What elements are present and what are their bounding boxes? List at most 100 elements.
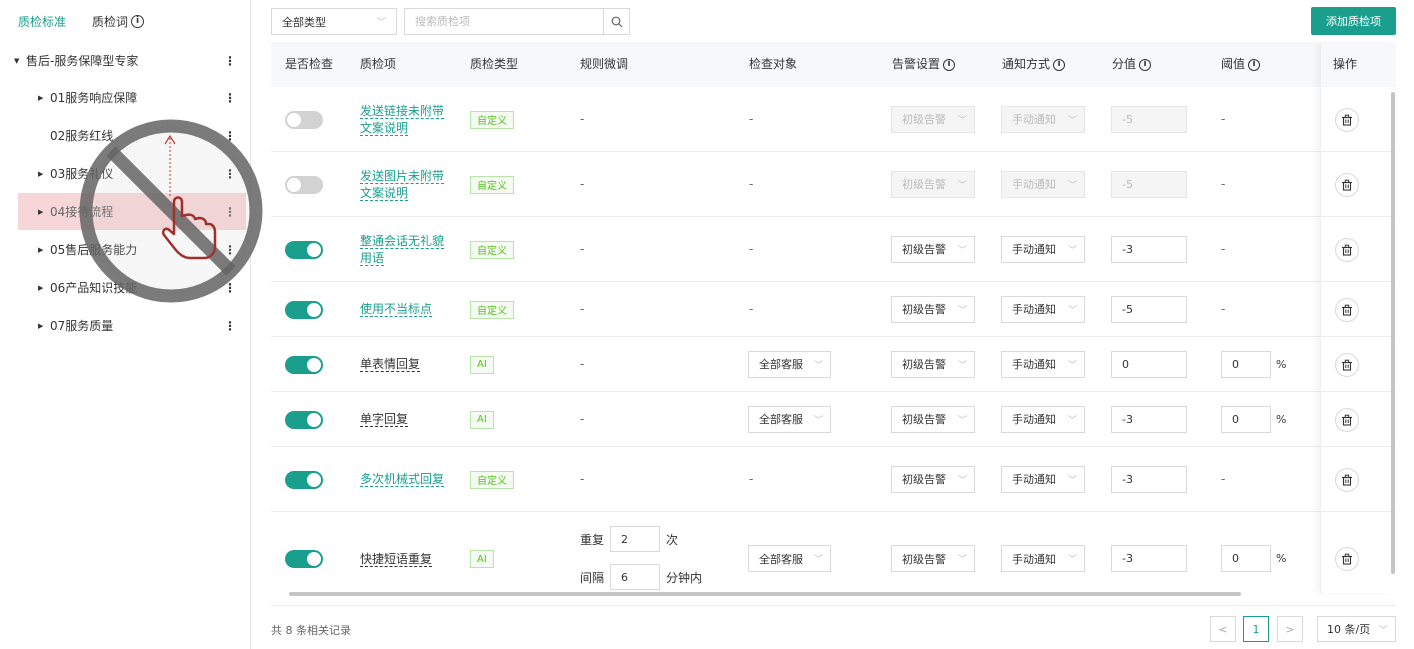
caret-right-icon[interactable]: ▶ [38, 284, 50, 292]
info-icon[interactable]: i [1248, 58, 1261, 71]
notify-select[interactable]: 手动通知 ﹀ [1001, 405, 1085, 433]
tree-item-06[interactable]: ▶ 06产品知识技能 ⋮ [18, 269, 246, 306]
item-name-link[interactable]: 单字回复 [360, 411, 450, 428]
check-toggle[interactable] [285, 240, 323, 259]
target-select[interactable]: 全部客服 ﹀ [748, 405, 831, 433]
threshold-input[interactable]: 0 [1221, 405, 1271, 433]
target-value: - [749, 241, 754, 256]
add-item-button[interactable]: 添加质检项 [1311, 7, 1396, 35]
item-name-link[interactable]: 快捷短语重复 [360, 551, 450, 568]
threshold-input[interactable]: 0 [1221, 350, 1271, 378]
more-icon[interactable]: ⋮ [224, 243, 236, 257]
item-name-link[interactable]: 整通会话无礼貌用语 [360, 233, 450, 267]
target-select[interactable]: 全部客服 ﹀ [748, 350, 831, 378]
caret-right-icon[interactable]: ▶ [38, 208, 50, 216]
more-icon[interactable]: ⋮ [224, 167, 236, 181]
chevron-down-icon: ﹀ [957, 475, 967, 486]
search-input[interactable] [405, 9, 603, 34]
info-icon[interactable]: i [943, 58, 956, 71]
repeat-unit: 次 [666, 532, 679, 547]
notify-select[interactable]: 手动通知 ﹀ [1001, 105, 1085, 133]
table-row: 单字回复 AI - 全部客服 ﹀ 初级告警 ﹀ 手动通知 ﹀ -3 0% [271, 392, 1396, 447]
search-button[interactable] [603, 9, 629, 34]
vertical-scrollbar[interactable] [1391, 92, 1395, 574]
caret-right-icon[interactable]: ▶ [38, 322, 50, 330]
interval-input[interactable]: 6 [610, 564, 661, 590]
prev-page-button[interactable]: < [1210, 616, 1236, 642]
notify-select-value: 手动通知 [1012, 413, 1056, 426]
item-name-link[interactable]: 单表情回复 [360, 356, 450, 373]
notify-select[interactable]: 手动通知 ﹀ [1001, 350, 1085, 378]
more-icon[interactable]: ⋮ [224, 281, 236, 295]
check-cell [285, 410, 323, 429]
chevron-down-icon: ﹀ [957, 415, 967, 426]
more-icon[interactable]: ⋮ [224, 319, 236, 333]
horizontal-scrollbar[interactable] [289, 592, 1241, 596]
item-name-link[interactable]: 发送链接未附带文案说明 [360, 103, 450, 137]
notify-select[interactable]: 手动通知 ﹀ [1001, 295, 1085, 323]
alarm-select[interactable]: 初级告警 ﹀ [891, 170, 975, 198]
more-icon[interactable]: ⋮ [224, 54, 236, 68]
notify-select[interactable]: 手动通知 ﹀ [1001, 465, 1085, 493]
check-toggle[interactable] [285, 410, 323, 429]
page-1-button[interactable]: 1 [1243, 616, 1269, 642]
info-icon[interactable]: i [1053, 58, 1066, 71]
caret-right-icon[interactable]: ▶ [38, 246, 50, 254]
item-name-link[interactable]: 多次机械式回复 [360, 471, 450, 488]
add-item-label: 添加质检项 [1326, 15, 1381, 28]
search-icon [611, 16, 622, 27]
tree-item-07[interactable]: ▶ 07服务质量 ⋮ [18, 307, 246, 344]
check-toggle[interactable] [285, 175, 323, 194]
check-toggle[interactable] [285, 470, 323, 489]
score-input[interactable]: -5 [1111, 295, 1187, 323]
check-toggle[interactable] [285, 300, 323, 319]
more-icon[interactable]: ⋮ [224, 129, 236, 143]
toggle-knob [307, 302, 321, 317]
notify-select[interactable]: 手动通知 ﹀ [1001, 170, 1085, 198]
tab-quality-words[interactable]: 质检词 i [92, 13, 145, 30]
notify-select[interactable]: 手动通知 ﹀ [1001, 545, 1085, 572]
check-toggle[interactable] [285, 110, 323, 129]
caret-right-icon[interactable]: ▶ [38, 170, 50, 178]
page-size-select[interactable]: 10 条/页 ﹀ [1317, 616, 1396, 642]
threshold-cell: 0% [1221, 545, 1286, 572]
alarm-select[interactable]: 初级告警 ﹀ [891, 465, 975, 493]
tree-item-04[interactable]: ▶ 04接待流程 ⋮ [18, 193, 246, 230]
tree-item-02[interactable]: 02服务红线 ⋮ [18, 117, 246, 154]
alarm-select[interactable]: 初级告警 ﹀ [891, 350, 975, 378]
target-select[interactable]: 全部客服 ﹀ [748, 545, 831, 572]
item-name-link[interactable]: 使用不当标点 [360, 301, 450, 318]
score-input[interactable]: -5 [1111, 105, 1187, 133]
tree-item-05[interactable]: ▶ 05售后服务能力 ⋮ [18, 231, 246, 268]
caret-right-icon[interactable]: ▶ [38, 94, 50, 102]
tree-root[interactable]: ▼ 售后-服务保障型专家 ⋮ [14, 42, 246, 79]
caret-down-icon[interactable]: ▼ [14, 57, 26, 65]
score-input[interactable]: -3 [1111, 545, 1187, 572]
notify-select[interactable]: 手动通知 ﹀ [1001, 235, 1085, 263]
alarm-select[interactable]: 初级告警 ﹀ [891, 405, 975, 433]
score-input[interactable]: -5 [1111, 170, 1187, 198]
check-toggle[interactable] [285, 355, 323, 374]
repeat-input[interactable]: 2 [610, 526, 661, 552]
next-page-button[interactable]: > [1277, 616, 1303, 642]
item-name-link[interactable]: 发送图片未附带文案说明 [360, 168, 450, 202]
type-select[interactable]: 全部类型 ﹀ [271, 8, 397, 35]
threshold-input[interactable]: 0 [1221, 545, 1271, 572]
alarm-select[interactable]: 初级告警 ﹀ [891, 235, 975, 263]
alarm-select[interactable]: 初级告警 ﹀ [891, 545, 975, 572]
target-select-value: 全部客服 [759, 358, 803, 371]
tree-item-01[interactable]: ▶ 01服务响应保障 ⋮ [18, 79, 246, 116]
score-input[interactable]: -3 [1111, 465, 1187, 493]
alarm-select[interactable]: 初级告警 ﹀ [891, 105, 975, 133]
notify-cell: 手动通知 ﹀ [1001, 170, 1085, 198]
tree-item-03[interactable]: ▶ 03服务礼仪 ⋮ [18, 155, 246, 192]
more-icon[interactable]: ⋮ [224, 205, 236, 219]
info-icon[interactable]: i [1139, 58, 1152, 71]
check-toggle[interactable] [285, 550, 323, 568]
score-input[interactable]: -3 [1111, 235, 1187, 263]
alarm-select[interactable]: 初级告警 ﹀ [891, 295, 975, 323]
score-input[interactable]: -3 [1111, 405, 1187, 433]
more-icon[interactable]: ⋮ [224, 91, 236, 105]
tab-quality-standards[interactable]: 质检标准 [18, 13, 66, 30]
score-input[interactable]: 0 [1111, 350, 1187, 378]
